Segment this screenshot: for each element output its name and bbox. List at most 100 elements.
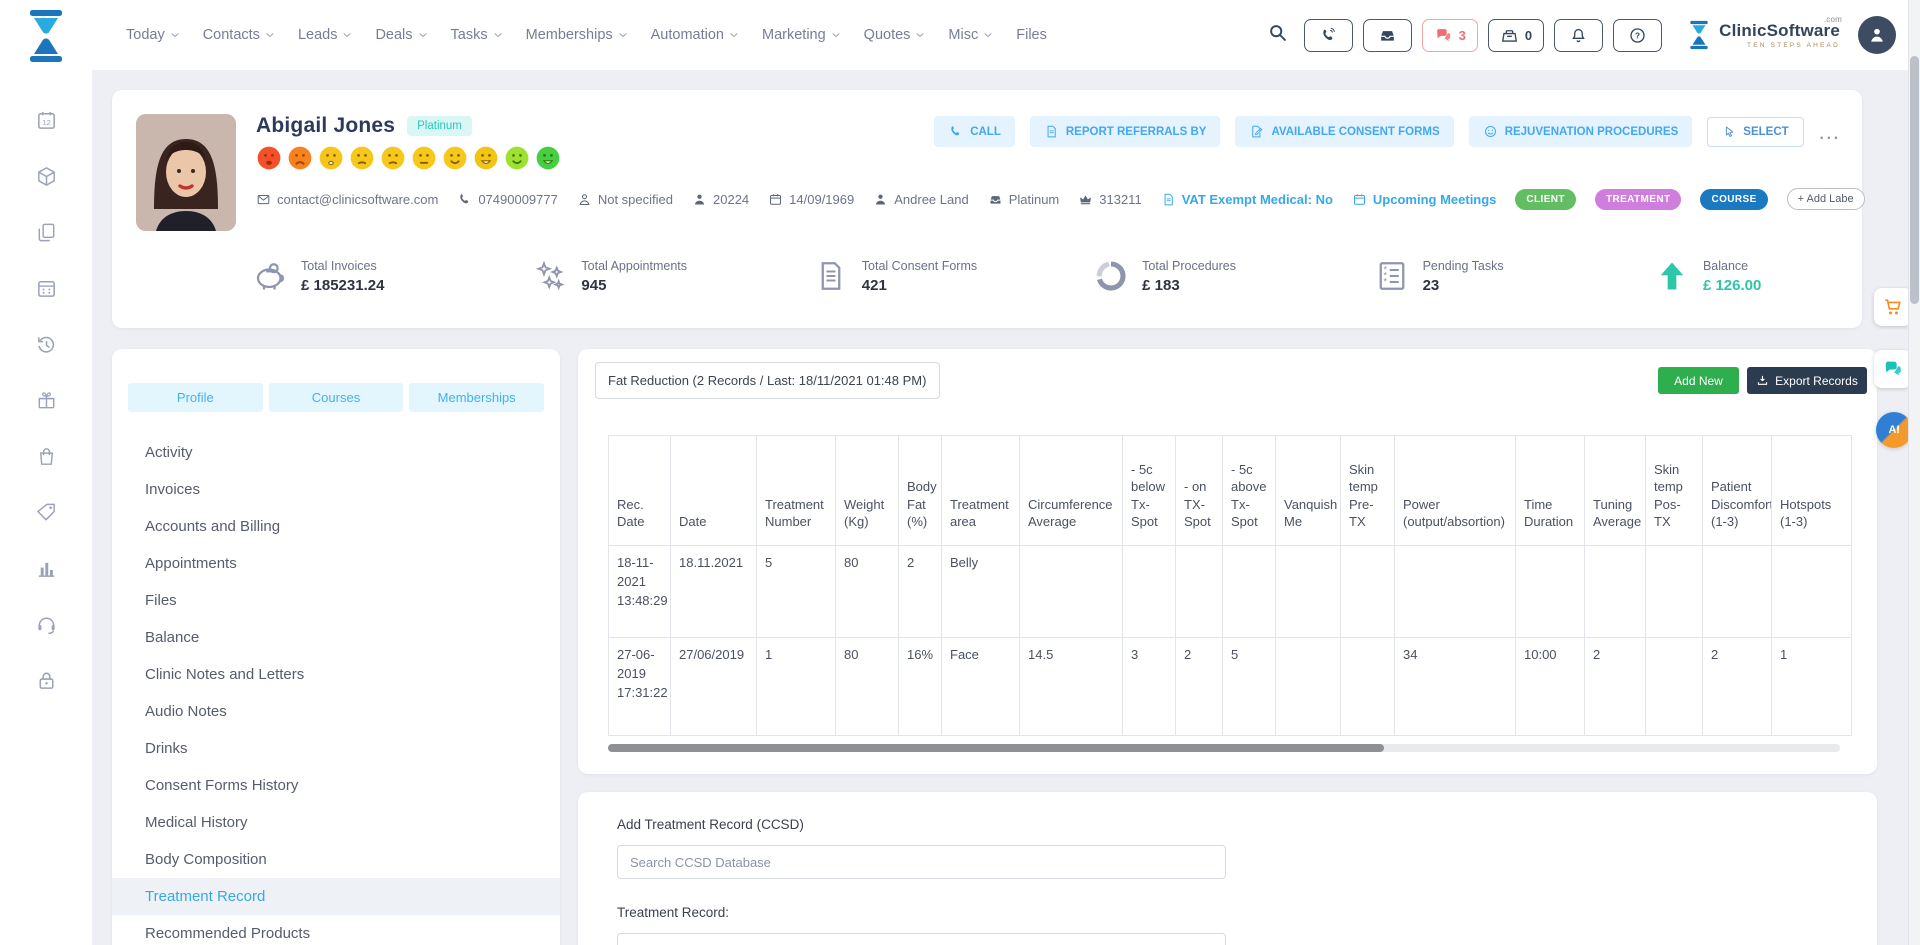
rail-calendar-grid-icon[interactable] bbox=[0, 260, 92, 316]
top-bar: Today Contacts Leads Deals Tasks Memberships A… bbox=[92, 0, 1920, 70]
satisfaction-face-9-icon[interactable] bbox=[504, 145, 530, 171]
satisfaction-face-7-icon[interactable] bbox=[442, 145, 468, 171]
till-button[interactable]: 0 bbox=[1488, 19, 1544, 52]
more-options-button[interactable]: ... bbox=[1819, 127, 1840, 137]
sidebar-item-files[interactable]: Files bbox=[112, 582, 560, 619]
contact-andree-land: Andree Land bbox=[873, 192, 968, 207]
inbox-button[interactable] bbox=[1363, 19, 1412, 52]
rail-shopping-bag-icon[interactable] bbox=[0, 428, 92, 484]
nav-item-memberships[interactable]: Memberships bbox=[526, 27, 629, 43]
ccsd-search-input[interactable] bbox=[617, 845, 1226, 879]
col-header-1: Date bbox=[671, 436, 757, 546]
table-row[interactable]: 27-06-2019 17:31:2227/06/201918016%Face1… bbox=[609, 638, 1852, 736]
satisfaction-face-6-icon[interactable] bbox=[411, 145, 437, 171]
contact-313211: 313211 bbox=[1078, 192, 1141, 207]
sidebar-item-invoices[interactable]: Invoices bbox=[112, 471, 560, 508]
sidebar-item-audio-notes[interactable]: Audio Notes bbox=[112, 693, 560, 730]
treatment-records-card: Fat Reduction (2 Records / Last: 18/11/2… bbox=[578, 349, 1877, 774]
tab-memberships[interactable]: Memberships bbox=[409, 383, 544, 412]
sidebar-item-consent-forms-history[interactable]: Consent Forms History bbox=[112, 767, 560, 804]
nav-item-tasks[interactable]: Tasks bbox=[451, 27, 504, 43]
sidebar-item-treatment-record[interactable]: Treatment Record bbox=[112, 878, 560, 915]
add-new-button[interactable]: Add New bbox=[1658, 367, 1739, 394]
satisfaction-face-10-icon[interactable] bbox=[535, 145, 561, 171]
label-pill-client[interactable]: CLIENT bbox=[1515, 189, 1576, 210]
nav-item-deals[interactable]: Deals bbox=[375, 27, 428, 43]
tab-courses[interactable]: Courses bbox=[269, 383, 404, 412]
treatment-record-input[interactable] bbox=[617, 933, 1226, 945]
messages-button[interactable]: 3 bbox=[1422, 19, 1478, 52]
export-records-button[interactable]: Export Records bbox=[1747, 367, 1867, 394]
nav-item-files[interactable]: Files bbox=[1016, 27, 1047, 43]
contact-contact-clinicsoftware-com[interactable]: contact@clinicsoftware.com bbox=[256, 192, 438, 207]
satisfaction-face-3-icon[interactable] bbox=[318, 145, 344, 171]
contact-07490009777[interactable]: 07490009777 bbox=[457, 192, 558, 207]
nav-item-misc[interactable]: Misc bbox=[948, 27, 994, 43]
satisfaction-face-8-icon[interactable] bbox=[473, 145, 499, 171]
rail-history-icon[interactable] bbox=[0, 316, 92, 372]
action-call-button[interactable]: CALL bbox=[934, 116, 1015, 147]
nav-item-quotes[interactable]: Quotes bbox=[864, 27, 927, 43]
contact-vat-exempt-medical-no[interactable]: VAT Exempt Medical: No bbox=[1161, 192, 1333, 207]
satisfaction-face-4-icon[interactable] bbox=[349, 145, 375, 171]
chevron-down-icon bbox=[417, 29, 429, 41]
scrollbar-thumb[interactable] bbox=[608, 744, 1384, 752]
user-avatar[interactable] bbox=[1858, 16, 1896, 54]
floating-chat-widget[interactable] bbox=[1874, 350, 1912, 388]
topbar-right: 30? ClinicSoftware.com TEN STEPS AHEAD bbox=[1267, 16, 1920, 54]
sidebar-item-drinks[interactable]: Drinks bbox=[112, 730, 560, 767]
rail-calendar-date-icon[interactable]: 12 bbox=[0, 92, 92, 148]
satisfaction-face-5-icon[interactable] bbox=[380, 145, 406, 171]
rail-support-agent-icon[interactable] bbox=[0, 596, 92, 652]
contact-upcoming-meetings[interactable]: Upcoming Meetings bbox=[1352, 192, 1497, 207]
sidebar-item-recommended-products[interactable]: Recommended Products bbox=[112, 915, 560, 945]
rail-gift-icon[interactable] bbox=[0, 372, 92, 428]
sidebar-item-appointments[interactable]: Appointments bbox=[112, 545, 560, 582]
action-available-consent-forms-button[interactable]: AVAILABLE CONSENT FORMS bbox=[1235, 116, 1453, 147]
table-horizontal-scrollbar[interactable] bbox=[608, 744, 1840, 752]
sidebar-item-medical-history[interactable]: Medical History bbox=[112, 804, 560, 841]
sidebar-item-activity[interactable]: Activity bbox=[112, 434, 560, 471]
rail-copy-pages-icon[interactable] bbox=[0, 204, 92, 260]
sidebar-item-balance[interactable]: Balance bbox=[112, 619, 560, 656]
satisfaction-face-2-icon[interactable] bbox=[287, 145, 313, 171]
rail-bar-chart-icon[interactable] bbox=[0, 540, 92, 596]
dialer-button[interactable] bbox=[1304, 19, 1353, 52]
till-button-badge: 0 bbox=[1525, 28, 1532, 43]
cell-r0c0: 18-11-2021 13:48:29 bbox=[609, 546, 671, 638]
sidebar-item-clinic-notes-and-letters[interactable]: Clinic Notes and Letters bbox=[112, 656, 560, 693]
nav-item-leads[interactable]: Leads bbox=[298, 27, 354, 43]
satisfaction-face-1-icon[interactable] bbox=[256, 145, 282, 171]
help-button[interactable]: ? bbox=[1613, 19, 1662, 52]
page-scrollbar[interactable] bbox=[1908, 0, 1920, 945]
search-icon[interactable] bbox=[1267, 22, 1288, 48]
nav-item-contacts[interactable]: Contacts bbox=[203, 27, 276, 43]
page-scrollbar-thumb[interactable] bbox=[1910, 56, 1919, 304]
notifications-button[interactable] bbox=[1554, 19, 1603, 52]
col-header-16: Patient Discomfort (1-3) bbox=[1703, 436, 1772, 546]
floating-assistant-widget[interactable]: AI bbox=[1876, 412, 1912, 448]
task-list-icon: *** bbox=[1374, 258, 1410, 294]
floating-cart-widget[interactable] bbox=[1874, 288, 1912, 326]
document-icon bbox=[813, 258, 849, 294]
label-pill-course[interactable]: COURSE bbox=[1700, 189, 1767, 210]
sidebar-item-body-composition[interactable]: Body Composition bbox=[112, 841, 560, 878]
rail-price-tag-icon[interactable] bbox=[0, 484, 92, 540]
select-button[interactable]: SELECT bbox=[1707, 117, 1803, 147]
rail-package-icon[interactable] bbox=[0, 148, 92, 204]
nav-item-today[interactable]: Today bbox=[126, 27, 181, 43]
rail-padlock-icon[interactable] bbox=[0, 652, 92, 708]
table-row[interactable]: 18-11-2021 13:48:2918.11.20215802Belly bbox=[609, 546, 1852, 638]
help-icon: ? bbox=[1628, 26, 1647, 45]
label-pill-treatment[interactable]: TREATMENT bbox=[1595, 189, 1682, 210]
record-type-selector[interactable]: Fat Reduction (2 Records / Last: 18/11/2… bbox=[595, 362, 940, 399]
nav-item-marketing[interactable]: Marketing bbox=[762, 27, 842, 43]
nav-item-automation[interactable]: Automation bbox=[651, 27, 740, 43]
action-rejuvenation-procedures-button[interactable]: REJUVENATION PROCEDURES bbox=[1469, 116, 1693, 147]
action-report-referrals-by-button[interactable]: REPORT REFERRALS BY bbox=[1030, 116, 1221, 147]
add-label-button[interactable]: + Add Labe bbox=[1787, 188, 1865, 210]
sidebar-item-accounts-and-billing[interactable]: Accounts and Billing bbox=[112, 508, 560, 545]
sidebar-tabs: ProfileCoursesMemberships bbox=[112, 349, 560, 424]
tab-profile[interactable]: Profile bbox=[128, 383, 263, 412]
cell-r0c17 bbox=[1772, 546, 1852, 638]
